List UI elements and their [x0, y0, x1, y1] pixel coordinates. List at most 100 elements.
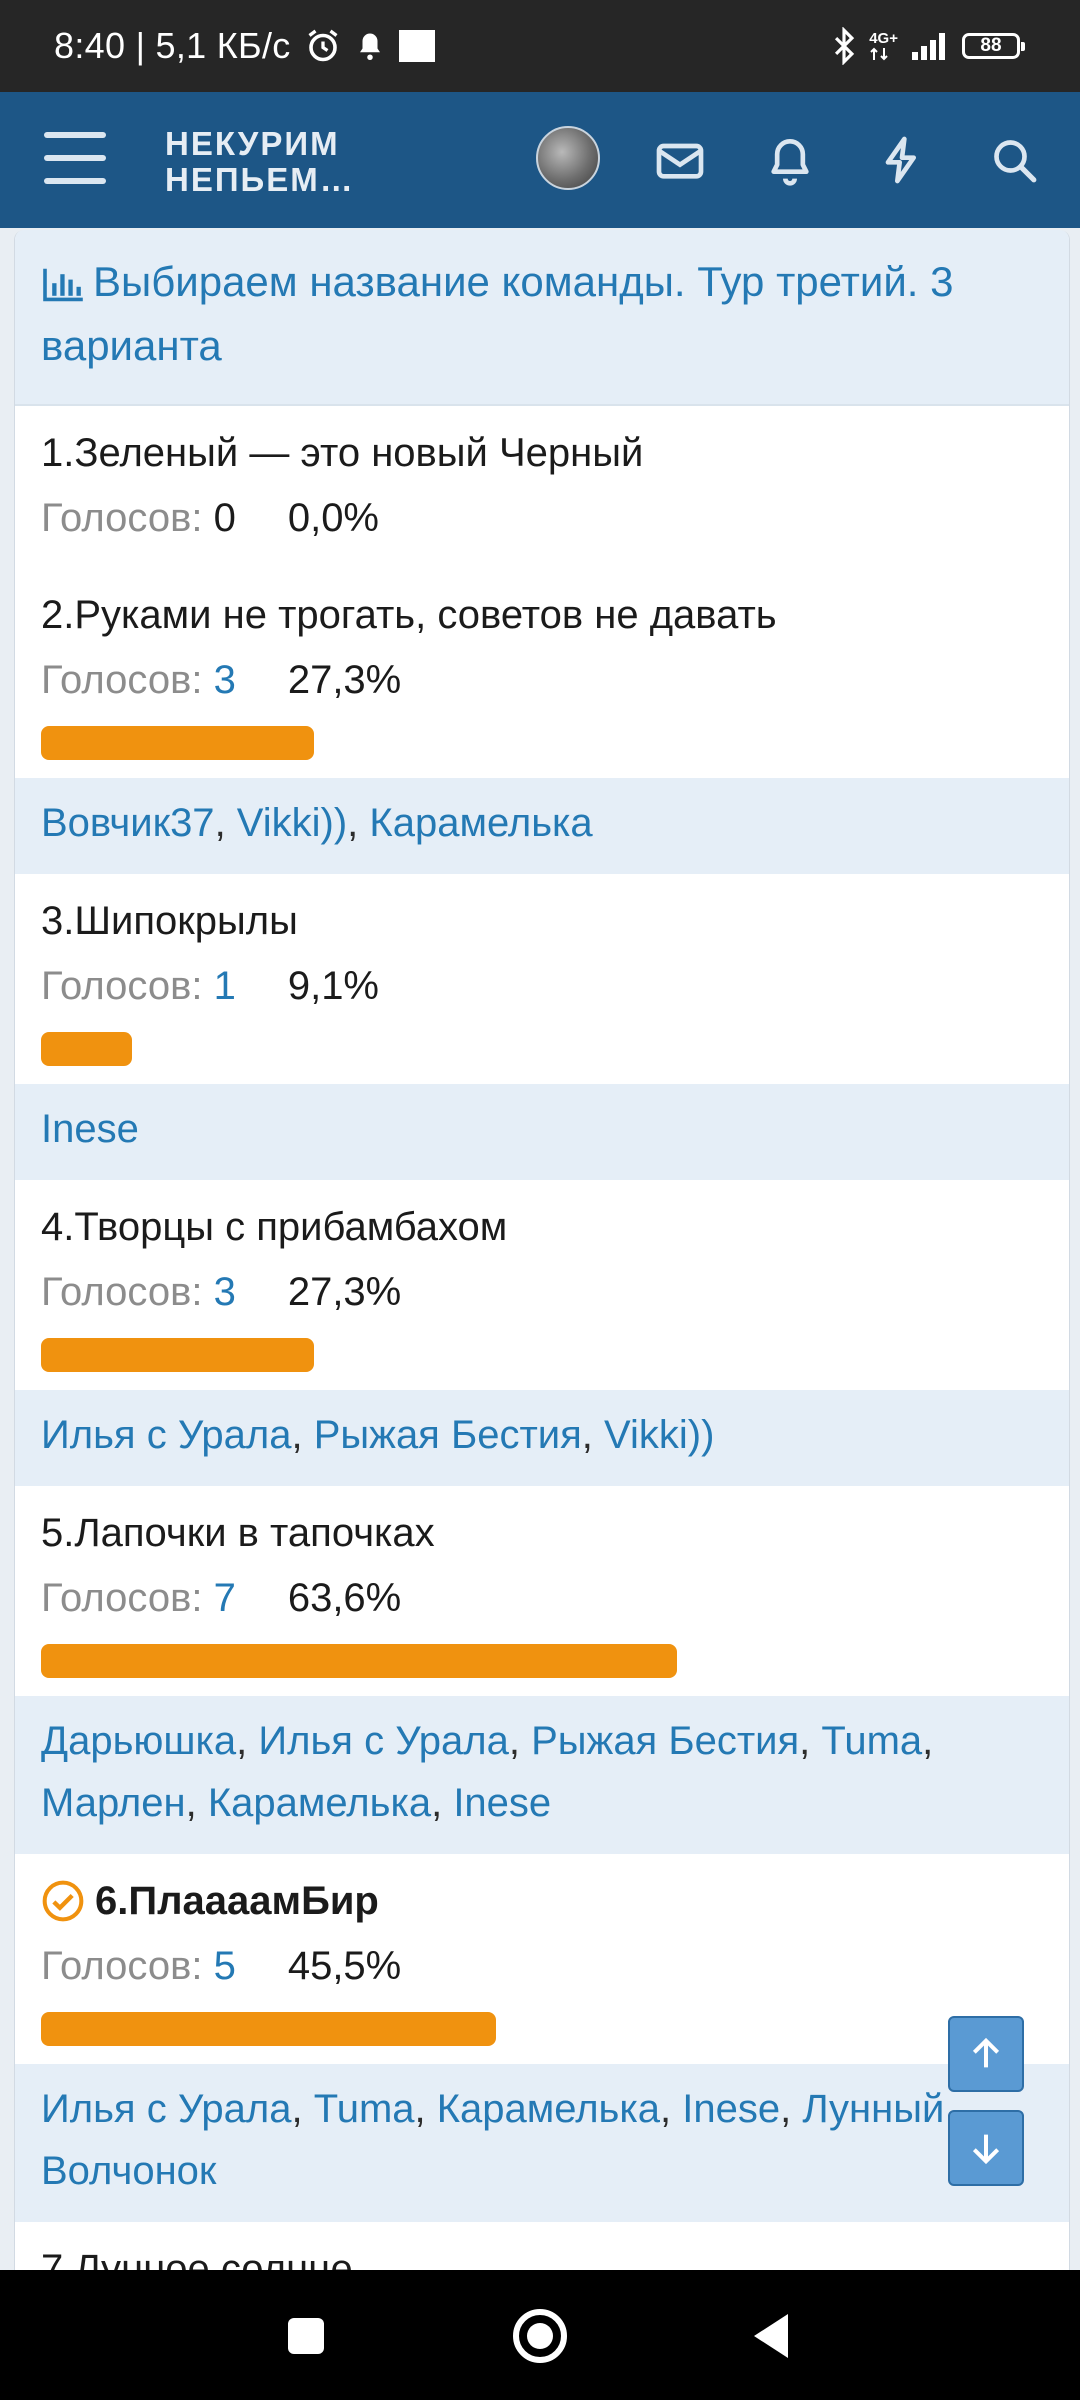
vote-bar — [41, 726, 314, 760]
option-label-text: 1.Зеленый — это новый Черный — [41, 431, 644, 475]
system-navigation-bar — [0, 2270, 1080, 2400]
votes-line: Голосов: 1 9,1% — [41, 954, 1043, 1018]
bolt-icon[interactable] — [874, 132, 930, 188]
user-avatar[interactable] — [536, 126, 600, 190]
voter-link[interactable]: Vikki)) — [604, 1413, 714, 1457]
voter-link[interactable]: Илья с Урала — [41, 1413, 292, 1457]
mail-icon[interactable] — [652, 132, 708, 188]
voter-link[interactable]: Рыжая Бестия — [531, 1719, 799, 1763]
votes-label: Голосов: — [41, 964, 203, 1008]
site-logo[interactable]: НЕКУРИМ НЕПЬЕМ… — [165, 126, 355, 198]
votes-percent: 63,6% — [287, 1576, 402, 1620]
option-label-text: 6.ПлаааамБир — [95, 1879, 379, 1923]
voters-list: Вовчик37, Vikki)), Карамелька — [15, 778, 1069, 874]
bell-icon[interactable] — [762, 132, 818, 188]
voter-link[interactable]: Илья с Урала — [258, 1719, 509, 1763]
vote-bar-track — [41, 726, 1041, 760]
voter-link[interactable]: Вовчик37 — [41, 801, 215, 845]
arrow-down-icon — [972, 2134, 1000, 2165]
battery-level: 88 — [980, 35, 1002, 56]
voter-link[interactable]: Марлен — [41, 1781, 186, 1825]
poll-option: 1.Зеленый — это новый Черный Голосов: 0 0,… — [15, 406, 1069, 568]
battery-icon: 88 — [962, 33, 1025, 59]
votes-count[interactable]: 3 — [214, 658, 236, 702]
voter-link[interactable]: Илья с Урала — [41, 2087, 292, 2131]
voters-list: Дарьюшка, Илья с Урала, Рыжая Бестия, Tu… — [15, 1696, 1069, 1854]
option-label: 7.Лунное солнце — [41, 2236, 1043, 2270]
poll-option: 6.ПлаааамБир Голосов: 5 45,5% — [15, 1854, 1069, 2064]
votes-line: Голосов: 3 27,3% — [41, 648, 1043, 712]
arrow-up-icon — [972, 2037, 1000, 2068]
voter-link[interactable]: Карамелька — [208, 1781, 431, 1825]
circle-icon — [513, 2309, 567, 2363]
option-label-text: 3.Шипокрылы — [41, 899, 298, 943]
back-button[interactable] — [742, 2304, 806, 2368]
status-bar: 8:40 | 5,1 КБ/с 4G+ 88 — [0, 0, 1080, 92]
votes-count[interactable]: 5 — [214, 1944, 236, 1988]
vote-bar-track — [41, 1032, 1041, 1066]
voter-link[interactable]: Карамелька — [437, 2087, 660, 2131]
home-button[interactable] — [508, 2304, 572, 2368]
poll-card: Выбираем название команды. Тур третий. 3… — [14, 230, 1070, 2270]
voters-list: Илья с Урала, Рыжая Бестия, Vikki)) — [15, 1390, 1069, 1486]
triangle-back-icon — [754, 2314, 788, 2358]
vote-bar-track — [41, 1338, 1041, 1372]
votes-percent: 45,5% — [287, 1944, 402, 1988]
vote-bar-track — [41, 2012, 1041, 2046]
voter-link[interactable]: Дарьюшка — [41, 1719, 236, 1763]
voter-link[interactable]: Tuma — [314, 2087, 415, 2131]
notification-bell-icon — [359, 33, 380, 60]
votes-percent: 9,1% — [287, 964, 379, 1008]
votes-count[interactable]: 3 — [214, 1270, 236, 1314]
check-circle-icon — [42, 1880, 84, 1922]
option-label: 4.Творцы с прибамбахом — [41, 1194, 1043, 1260]
logo-line-2: НЕПЬЕМ… — [165, 161, 355, 198]
votes-label: Голосов: — [41, 658, 203, 702]
network-type-label: 4G+ — [869, 29, 898, 47]
votes-count[interactable]: 1 — [214, 964, 236, 1008]
vote-bar — [41, 1032, 132, 1066]
voter-link[interactable]: Рыжая Бестия — [314, 1413, 582, 1457]
voter-link[interactable]: Карамелька — [369, 801, 592, 845]
votes-line: Голосов: 0 0,0% — [41, 486, 1043, 550]
poll-option: 3.Шипокрылы Голосов: 1 9,1% — [15, 874, 1069, 1084]
vote-bar — [41, 1644, 677, 1678]
voter-link[interactable]: Inese — [682, 2087, 780, 2131]
voter-link[interactable]: Tuma — [821, 1719, 922, 1763]
status-time-speed: 8:40 | 5,1 КБ/с — [54, 25, 291, 66]
menu-icon[interactable] — [44, 132, 106, 188]
poll-option: 4.Творцы с прибамбахом Голосов: 3 27,3% — [15, 1180, 1069, 1390]
votes-line: Голосов: 3 27,3% — [41, 1260, 1043, 1324]
poll-title-text: Выбираем название команды. Тур третий. 3… — [41, 258, 954, 369]
vote-bar — [41, 2012, 496, 2046]
recent-apps-button[interactable] — [274, 2304, 338, 2368]
votes-percent: 0,0% — [287, 496, 379, 540]
signal-icon — [912, 33, 945, 60]
data-arrows-icon — [870, 47, 888, 60]
votes-label: Голосов: — [41, 1576, 203, 1620]
votes-count[interactable]: 7 — [214, 1576, 236, 1620]
poll-option: 2.Руками не трогать, советов не давать Го… — [15, 568, 1069, 778]
votes-label: Голосов: — [41, 1270, 203, 1314]
poll-option: 5.Лапочки в тапочках Голосов: 7 63,6% — [15, 1486, 1069, 1696]
search-icon[interactable] — [986, 132, 1042, 188]
votes-percent: 27,3% — [287, 658, 402, 702]
voter-link[interactable]: Vikki)) — [237, 801, 347, 845]
option-label-text: 4.Творцы с прибамбахом — [41, 1205, 508, 1249]
votes-percent: 27,3% — [287, 1270, 402, 1314]
bar-chart-icon — [43, 268, 83, 302]
option-label: 6.ПлаааамБир — [41, 1868, 1043, 1934]
option-label-text: 7.Лунное солнце — [41, 2247, 353, 2270]
vote-bar-track — [41, 1644, 1041, 1678]
votes-line: Голосов: 7 63,6% — [41, 1566, 1043, 1630]
voter-link[interactable]: Inese — [453, 1781, 551, 1825]
option-label: 5.Лапочки в тапочках — [41, 1500, 1043, 1566]
poll-options-list: 1.Зеленый — это новый Черный Голосов: 0 0,… — [15, 406, 1069, 2270]
votes-label: Голосов: — [41, 496, 203, 540]
voter-link[interactable]: Inese — [41, 1107, 139, 1151]
poll-title: Выбираем название команды. Тур третий. 3… — [15, 230, 1069, 406]
scroll-down-button[interactable] — [948, 2110, 1024, 2186]
votes-label: Голосов: — [41, 1944, 203, 1988]
scroll-up-button[interactable] — [948, 2016, 1024, 2092]
site-header: НЕКУРИМ НЕПЬЕМ… — [0, 92, 1080, 228]
